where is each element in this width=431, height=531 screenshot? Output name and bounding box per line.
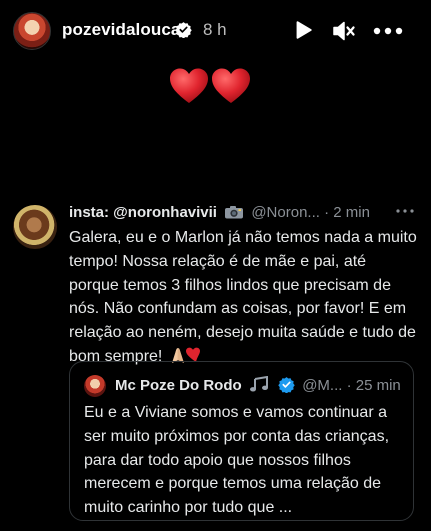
more-horizontal-icon[interactable] — [372, 22, 404, 40]
tweet-header: insta: @noronhavivii @Noron... · 2 min — [69, 204, 370, 221]
tweet-text: Galera, eu e o Marlon já não temos nada … — [69, 229, 417, 365]
heart-icon — [212, 68, 250, 103]
quote-handle-time: @M... · 25 min — [302, 377, 401, 394]
quote-text: Eu e a Viviane somos e vamos continuar a… — [84, 404, 390, 517]
music-notes-icon — [249, 376, 268, 392]
heart-icon — [170, 68, 208, 103]
play-icon[interactable] — [292, 19, 314, 41]
verified-badge-icon — [278, 377, 295, 393]
story-header: pozevidalouca 8 h — [0, 0, 431, 62]
tweet-body: Galera, eu e o Marlon já não temos nada … — [69, 226, 419, 372]
story-username[interactable]: pozevidalouca — [62, 20, 180, 40]
quoted-tweet[interactable]: Mc Poze Do Rodo @M... · 25 min Eu e a Vi… — [69, 361, 414, 521]
tweet-display-name[interactable]: insta: @noronhavivii — [69, 204, 217, 221]
story-avatar[interactable] — [13, 12, 51, 50]
story-time: 8 h — [203, 20, 227, 39]
quote-avatar[interactable] — [84, 375, 106, 397]
speaker-muted-icon[interactable] — [331, 19, 357, 43]
verified-badge-icon — [175, 22, 192, 38]
quote-header: Mc Poze Do Rodo @M... · 25 min — [115, 376, 401, 394]
tweet-avatar[interactable] — [13, 205, 57, 249]
quote-display-name[interactable]: Mc Poze Do Rodo — [115, 377, 242, 394]
more-horizontal-icon[interactable] — [395, 204, 415, 218]
hearts-sticker — [168, 66, 252, 112]
tweet-handle-time: @Noron... · 2 min — [251, 204, 370, 221]
camera-flash-icon — [225, 206, 244, 219]
